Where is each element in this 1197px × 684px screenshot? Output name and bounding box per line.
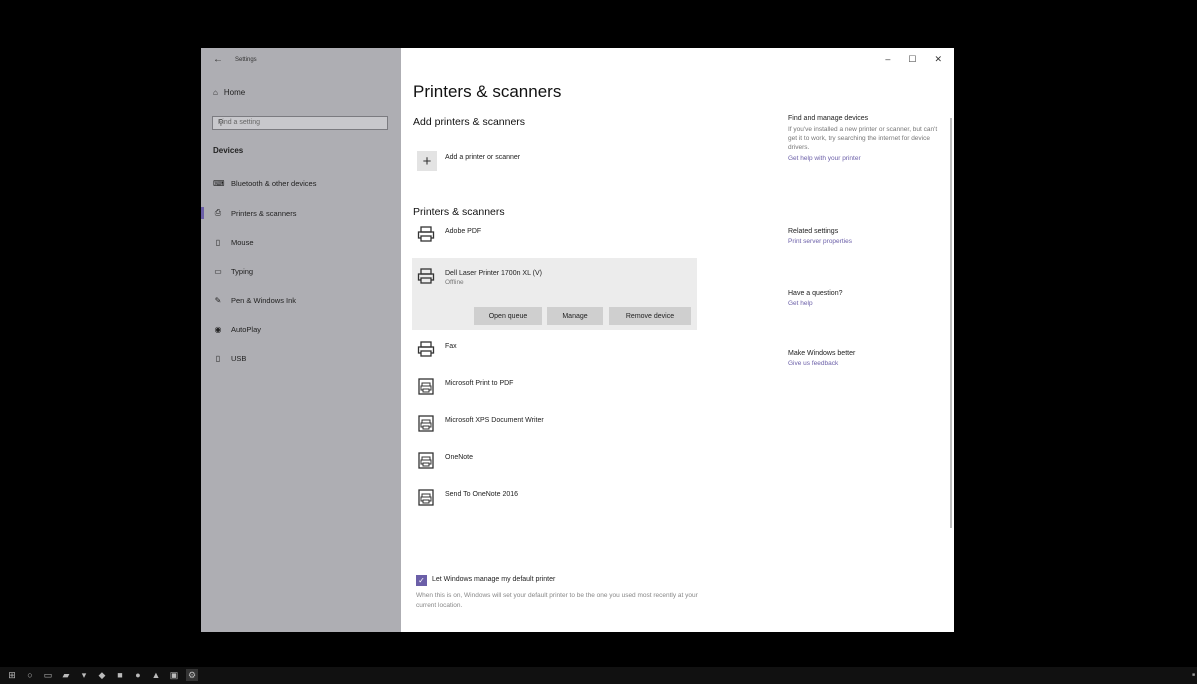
scrollbar[interactable] <box>950 118 952 528</box>
back-arrow-icon[interactable]: ← <box>213 54 223 65</box>
remove-device-button[interactable]: Remove device <box>609 307 691 325</box>
list-item-selected[interactable]: Dell Laser Printer 1700n XL (V) Offline <box>417 267 542 286</box>
sidebar-item-label: USB <box>231 353 247 363</box>
sidebar: ← Settings ⌂ Home Find a setting ⚲ Devic… <box>200 48 401 632</box>
print-server-link[interactable]: Print server properties <box>788 238 943 245</box>
mouse-icon: ▯ <box>215 237 221 247</box>
printer-icon <box>417 225 435 243</box>
printer-doc-icon <box>417 488 435 506</box>
sidebar-item-printers[interactable]: ⎙ Printers & scanners <box>200 206 297 220</box>
store-icon[interactable]: ▾ <box>78 669 90 681</box>
printer-name: Microsoft XPS Document Writer <box>445 417 544 424</box>
app-icon[interactable]: ▣ <box>168 669 180 681</box>
printer-doc-icon <box>417 414 435 432</box>
feedback-link[interactable]: Give us feedback <box>788 360 943 367</box>
printer-name: OneNote <box>445 454 474 461</box>
settings-window: ← Settings ⌂ Home Find a setting ⚲ Devic… <box>200 48 954 632</box>
related-settings-section: Related settings Print server properties <box>788 228 943 245</box>
nav-home-label: Home <box>223 88 246 97</box>
app-icon[interactable]: ■ <box>114 669 126 681</box>
sidebar-item-label: Bluetooth & other devices <box>231 178 317 188</box>
add-printer-button[interactable]: + <box>417 151 437 171</box>
printer-icon <box>417 267 435 285</box>
list-item[interactable]: Fax <box>417 340 457 358</box>
app-icon[interactable]: ● <box>132 669 144 681</box>
keyboard-typing-icon: ▭ <box>214 266 222 276</box>
question-section: Have a question? Get help <box>788 290 943 307</box>
sidebar-item-label: AutoPlay <box>231 324 262 334</box>
printer-doc-icon <box>417 377 435 395</box>
add-section-title: Add printers & scanners <box>413 116 526 128</box>
home-icon: ⌂ <box>213 88 218 97</box>
sidebar-item-label: Mouse <box>231 237 254 247</box>
checkmark-icon: ✓ <box>418 576 425 585</box>
app-icon[interactable]: ◆ <box>96 669 108 681</box>
list-item[interactable]: OneNote <box>417 451 473 469</box>
sidebar-item-label: Printers & scanners <box>231 208 297 218</box>
find-devices-text: If you've installed a new printer or sca… <box>788 126 938 151</box>
keyboard-icon: ⌨ <box>213 178 225 188</box>
sidebar-item-usb[interactable]: ▯ USB <box>213 351 247 365</box>
fax-icon <box>417 340 435 358</box>
open-queue-button[interactable]: Open queue <box>474 307 542 325</box>
sidebar-item-label: Pen & Windows Ink <box>231 295 297 305</box>
help-printer-link[interactable]: Get help with your printer <box>788 155 943 162</box>
plus-icon: + <box>422 152 432 170</box>
printers-list-title: Printers & scanners <box>413 206 505 218</box>
sidebar-item-bluetooth[interactable]: ⌨ Bluetooth & other devices <box>213 176 316 190</box>
window-title: Settings <box>235 57 257 63</box>
app-icon[interactable]: ▲ <box>150 669 162 681</box>
feedback-section: Make Windows better Give us feedback <box>788 350 943 367</box>
printer-doc-icon <box>417 451 435 469</box>
autoplay-icon: ◉ <box>214 324 222 334</box>
taskbar: ⊞ ○ ▭ ▰ ▾ ◆ ■ ● ▲ ▣ ⚙ ■ <box>0 667 1197 684</box>
list-item[interactable]: Adobe PDF <box>417 225 481 243</box>
sidebar-item-pen[interactable]: ✎ Pen & Windows Ink <box>213 293 296 307</box>
manage-button[interactable]: Manage <box>547 307 603 325</box>
list-item[interactable]: Microsoft XPS Document Writer <box>417 414 544 432</box>
list-item[interactable]: Microsoft Print to PDF <box>417 377 513 395</box>
search-icon[interactable]: ○ <box>24 669 36 681</box>
question-title: Have a question? <box>788 290 843 297</box>
settings-taskbar-icon[interactable]: ⚙ <box>186 669 198 681</box>
file-explorer-icon[interactable]: ▰ <box>60 669 72 681</box>
sidebar-item-typing[interactable]: ▭ Typing <box>213 264 253 278</box>
search-input[interactable]: Find a setting ⚲ <box>212 116 388 130</box>
close-icon[interactable]: ✕ <box>934 54 942 65</box>
sidebar-item-mouse[interactable]: ▯ Mouse <box>213 235 254 249</box>
sidebar-item-label: Typing <box>231 266 254 276</box>
printer-name: Adobe PDF <box>445 228 482 235</box>
section-label: Devices <box>213 146 244 155</box>
find-devices-title: Find and manage devices <box>788 115 869 122</box>
sidebar-item-autoplay[interactable]: ◉ AutoPlay <box>213 322 262 336</box>
minimize-icon[interactable]: – <box>885 54 890 65</box>
default-printer-description: When this is on, Windows will set your d… <box>416 592 698 609</box>
printer-name: Send To OneNote 2016 <box>445 491 519 498</box>
printer-status: Offline <box>445 279 464 286</box>
page-title: Printers & scanners <box>413 82 562 101</box>
pen-icon: ✎ <box>214 295 222 305</box>
get-help-link[interactable]: Get help <box>788 300 943 307</box>
list-item[interactable]: Send To OneNote 2016 <box>417 488 518 506</box>
task-view-icon[interactable]: ▭ <box>42 669 54 681</box>
usb-icon: ▯ <box>215 353 221 363</box>
window-controls: – ☐ ✕ <box>885 54 942 65</box>
feedback-title: Make Windows better <box>788 350 856 357</box>
maximize-icon[interactable]: ☐ <box>908 54 916 65</box>
printer-icon: ⎙ <box>214 208 222 217</box>
related-settings-title: Related settings <box>788 228 839 235</box>
start-icon[interactable]: ⊞ <box>6 669 18 681</box>
printer-name: Fax <box>445 343 457 350</box>
find-devices-section: Find and manage devices If you've instal… <box>788 115 943 162</box>
default-printer-checkbox[interactable]: ✓ <box>416 575 427 586</box>
printer-name: Dell Laser Printer 1700n XL (V) <box>445 270 543 277</box>
add-printer-label[interactable]: Add a printer or scanner <box>445 154 520 161</box>
search-icon: ⚲ <box>218 118 224 127</box>
clock: ■ <box>1191 672 1195 678</box>
nav-home[interactable]: ⌂ Home <box>213 88 245 97</box>
printer-name: Microsoft Print to PDF <box>445 380 514 387</box>
default-printer-label[interactable]: Let Windows manage my default printer <box>432 576 555 583</box>
main-content: – ☐ ✕ Printers & scanners Add printers &… <box>401 48 954 632</box>
